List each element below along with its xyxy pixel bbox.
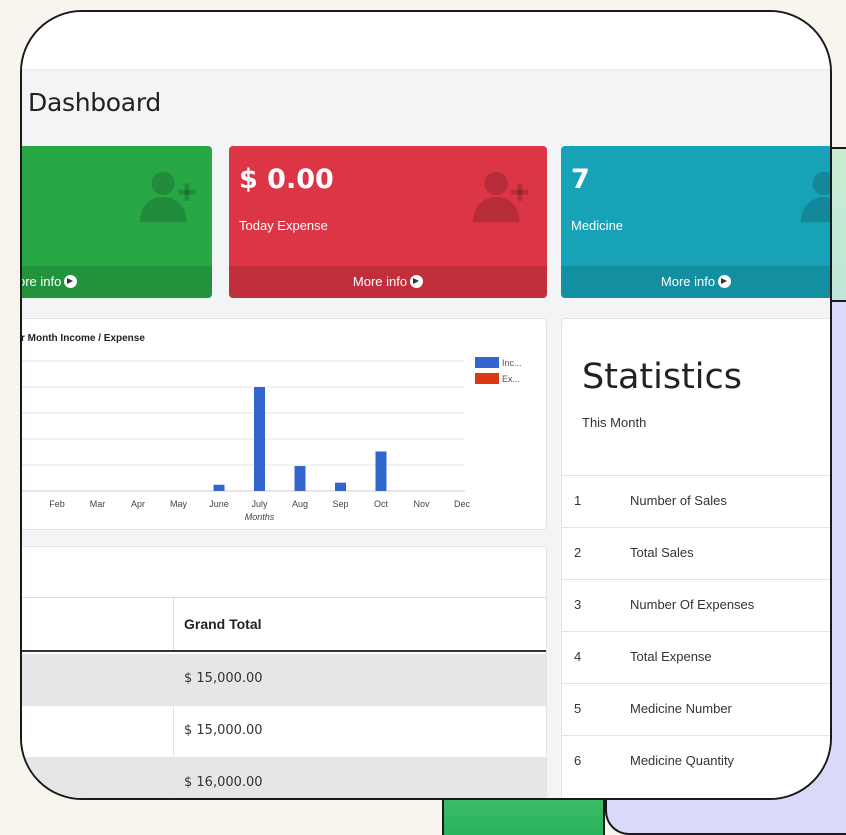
bar-income-june — [213, 484, 225, 491]
x-tick-label: Apr — [131, 499, 145, 509]
add-user-icon — [139, 171, 196, 223]
stat-label: Total Sales — [630, 545, 694, 560]
x-tick-label: Feb — [49, 499, 65, 509]
bar-income-oct — [375, 451, 387, 491]
table-header-row: Grand Total — [22, 597, 546, 652]
more-info-label: ore info — [20, 274, 62, 289]
stat-row: 2 Total Sales — [562, 527, 830, 579]
x-tick-label: May — [170, 499, 188, 509]
card-label: Medicine — [571, 218, 624, 233]
x-tick-label: Oct — [374, 499, 389, 509]
small-box-income: ore info — [20, 146, 212, 298]
arrow-circle-right-icon — [718, 275, 732, 288]
x-tick-label: Mar — [90, 499, 106, 509]
stat-number: 5 — [574, 701, 582, 716]
stat-label: Medicine Quantity — [630, 753, 735, 768]
bar-income-aug — [294, 466, 306, 491]
stat-label: Number of Sales — [630, 493, 727, 508]
grand-total-cell: $ 15,000.00 — [184, 671, 263, 686]
more-info-link[interactable]: ore info — [20, 266, 212, 298]
add-user-icon — [472, 171, 529, 223]
add-user-icon — [800, 171, 830, 223]
stat-row: 5 Medicine Number — [562, 683, 830, 735]
card-value: $ 0.00 — [239, 164, 334, 195]
arrow-circle-right-icon — [410, 275, 424, 288]
x-tick-label: Nov — [413, 499, 430, 509]
top-navbar — [22, 12, 830, 70]
card-value: 7 — [571, 164, 590, 195]
bar-income-july — [254, 387, 265, 491]
stat-row: 1 Number of Sales — [562, 475, 830, 527]
stat-label: Number Of Expenses — [630, 597, 755, 612]
x-tick-label: June — [209, 499, 229, 509]
stat-number: 6 — [574, 753, 582, 768]
statistics-subtitle: This Month — [582, 415, 647, 430]
stat-number: 2 — [574, 545, 582, 560]
table-row: $ 15,000.00 — [22, 706, 546, 758]
stat-number: 1 — [574, 493, 582, 508]
stat-label: Medicine Number — [630, 701, 732, 716]
grand-total-header: Grand Total — [184, 616, 262, 632]
more-info-label: More info — [660, 274, 716, 289]
table-row: $ 15,000.00 — [22, 654, 546, 706]
arrow-circle-right-icon — [64, 275, 78, 288]
x-axis-title: Months — [245, 512, 275, 522]
x-tick-label: Sep — [332, 499, 348, 509]
x-tick-label: July — [251, 499, 268, 509]
statistics-title: Statistics — [582, 357, 742, 397]
more-info-link[interactable]: More info — [561, 266, 830, 298]
sales-table-panel: Grand Total $ 15,000.00 $ 15,000.00 $ 16… — [22, 546, 547, 798]
page-title: Dashboard — [28, 88, 161, 117]
small-box-medicine: 7 Medicine More info — [561, 146, 830, 298]
bar-income-sep — [335, 482, 346, 491]
stat-number: 4 — [574, 649, 582, 664]
small-box-today-expense: $ 0.00 Today Expense More info — [229, 146, 547, 298]
x-tick-label: Aug — [292, 499, 308, 509]
more-info-link[interactable]: More info — [229, 266, 547, 298]
bar-chart: Feb Mar Apr May June July Aug Sep Oct Nov Dec Month… — [22, 360, 471, 522]
grand-total-cell: $ 16,000.00 — [184, 775, 263, 790]
more-info-label: More info — [352, 274, 408, 289]
statistics-panel: Statistics This Month 1 Number of Sales … — [561, 318, 830, 798]
x-tick-label: Dec — [454, 499, 471, 509]
table-row: $ 16,000.00 — [22, 758, 546, 798]
card-label: Today Expense — [239, 218, 328, 233]
stat-row: 6 Medicine Quantity — [562, 735, 830, 787]
stat-row: 3 Number Of Expenses — [562, 579, 830, 631]
chart-panel: r Month Income / Expense Inc... Ex... Fe… — [22, 318, 547, 530]
grand-total-cell: $ 15,000.00 — [184, 723, 263, 738]
screenshot-frame: Dashboard ore info $ 0.00 Today Expense … — [20, 10, 832, 800]
stat-row: 4 Total Expense — [562, 631, 830, 683]
stat-label: Total Expense — [630, 649, 712, 664]
stat-number: 3 — [574, 597, 582, 612]
